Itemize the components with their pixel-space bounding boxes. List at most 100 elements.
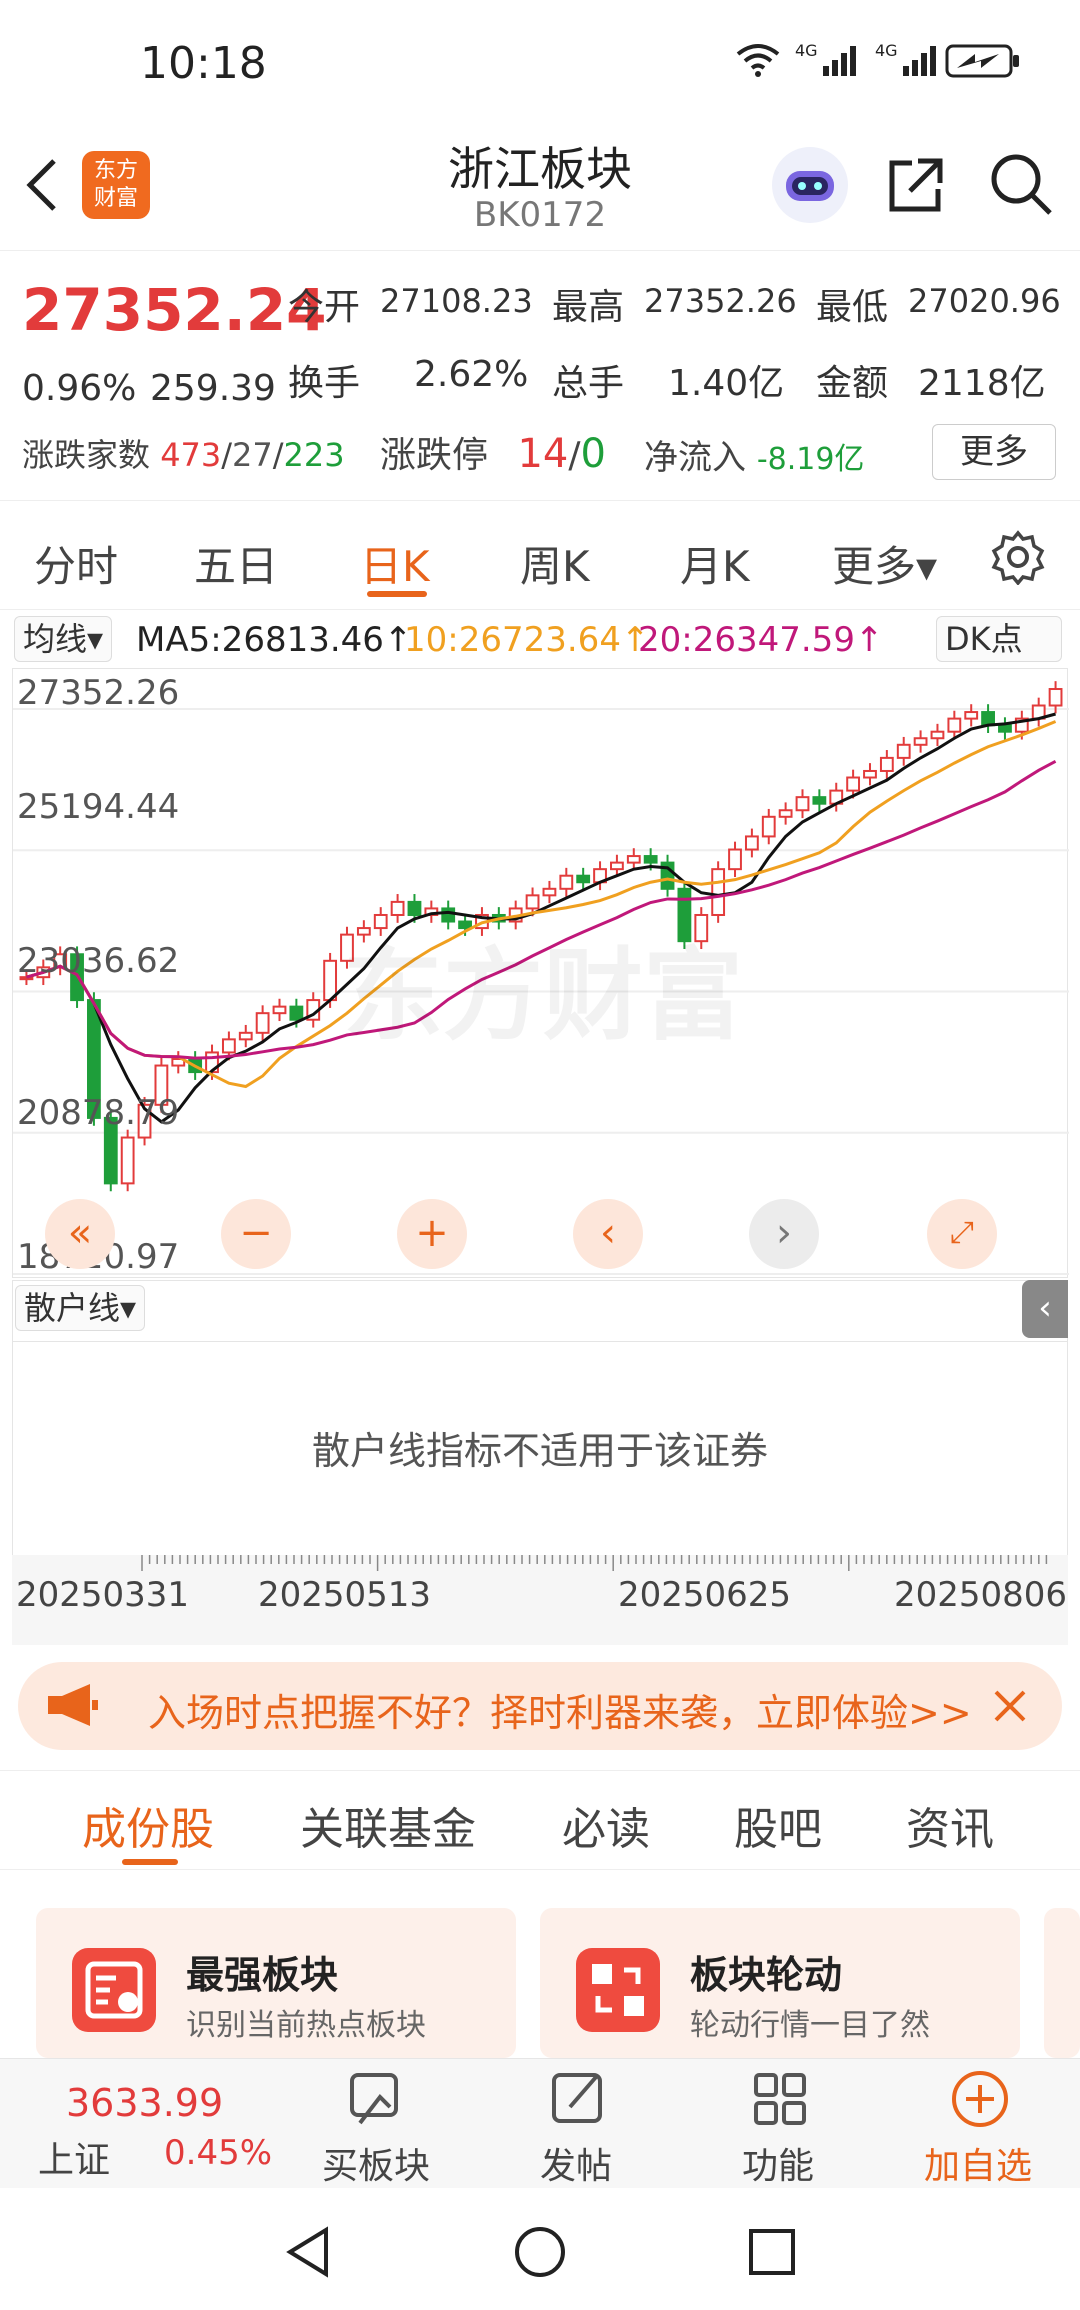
candle-body [576,874,591,884]
nav-recents-icon[interactable] [744,2224,800,2284]
y-tick-3: 20878.79 [17,1093,180,1133]
tab-intraday[interactable]: 分时 [34,533,118,594]
y-tick-1: 25194.44 [17,787,180,827]
status-time: 10:18 [140,38,267,89]
candle-body [728,848,742,871]
share-icon[interactable] [884,153,948,221]
candle-body [525,894,540,910]
candle-body [1048,688,1063,707]
tab-underline [367,591,427,597]
indicator-selector[interactable]: 均线▾ [14,616,113,662]
date-label-2: 20250625 [618,1575,792,1615]
promo-banner[interactable]: 入场时点把握不好？择时利器来袭，立即体验>> [18,1662,1062,1750]
system-nav-bar [0,2190,1080,2310]
candle-body [913,737,928,746]
kline-chart[interactable]: 东方财富 27352.26 25194.44 23036.62 20878.79… [12,668,1069,1278]
more-quote-button[interactable]: 更多 [932,424,1056,480]
candle-body [272,1005,287,1015]
candle-body [744,835,759,851]
tab-must-read[interactable]: 必读 [562,1793,650,1857]
breadth-flat: 27 [232,436,273,474]
post-button[interactable]: 发帖 [540,2137,612,2189]
candle-body [626,855,641,864]
index-name[interactable]: 上证 [38,2131,110,2183]
candle-body [120,1136,135,1185]
sub-indicator-panel: 散户线▾ [12,1280,1068,1556]
candle-body [981,711,995,727]
y-tick-0: 27352.26 [17,673,180,713]
inflow-stat: 净流入 -8.19亿 [644,430,864,479]
high-value: 27352.26 [644,282,797,320]
low-value: 27020.96 [908,282,1061,320]
side-collapse-tab[interactable]: ‹ [1022,1280,1068,1338]
watermark: 东方财富 [343,937,743,1054]
bottom-toolbar: 3633.99 上证 0.45% 买板块 发帖 功能 加自选 [0,2058,1080,2188]
candle-body [778,809,793,818]
candle-body [863,769,877,779]
promo-text: 入场时点把握不好？择时利器来袭，立即体验>> [148,1691,972,1735]
tab-daily-k[interactable]: 日K [360,533,430,594]
settings-gear-icon[interactable] [990,529,1046,589]
inflow-label: 净流入 [644,438,746,478]
close-icon[interactable] [988,1684,1032,1732]
breadth-label: 涨跌家数 [22,436,151,474]
nav-back-icon[interactable] [280,2224,336,2284]
index-change[interactable]: 0.45% [164,2133,272,2173]
candle-body [846,776,861,792]
tab-news[interactable]: 资讯 [906,1793,994,1857]
index-value[interactable]: 3633.99 [66,2081,223,2125]
candle-body [795,796,810,812]
tab-forum[interactable]: 股吧 [734,1793,822,1857]
card-strongest-sector[interactable]: 最强板块 识别当前热点板块 [36,1908,516,2058]
zoom-in-button[interactable]: + [397,1199,467,1269]
scroll-right-button[interactable]: › [749,1199,819,1269]
section-tab-underline [122,1859,178,1865]
dk-point-button[interactable]: DK点 [936,616,1062,662]
candle-body [930,730,945,740]
date-label-0: 20250331 [16,1575,190,1615]
wifi-icon [735,42,781,82]
tab-five-day[interactable]: 五日 [194,533,278,594]
tab-weekly-k[interactable]: 周K [520,533,590,594]
signal-icon: 4G [795,40,865,84]
candle-body [221,1038,236,1054]
zoom-out-button[interactable]: − [221,1199,291,1269]
card-sector-rotation[interactable]: 板块轮动 轮动行情一目了然 [540,1908,1020,2058]
tab-monthly-k[interactable]: 月K [680,533,750,594]
tab-more[interactable]: 更多▾ [832,533,937,594]
open-label: 今开 [288,287,361,328]
candle-body [761,815,776,838]
ma5-value: MA5:26813.46↑ [136,620,413,660]
search-icon[interactable] [988,151,1054,221]
fullscreen-button[interactable]: ⤢ [927,1199,997,1269]
sub-indicator-selector[interactable]: 散户线▾ [15,1285,146,1331]
limit-down: 0 [580,431,606,477]
scroll-left-button[interactable]: ‹ [573,1199,643,1269]
candle-body [964,711,979,720]
date-ticks [141,1555,1048,1571]
chart-thumb-icon [72,1948,156,2032]
battery-icon [945,44,1021,82]
candle-body [998,724,1012,733]
volume-value: 1.40亿 [668,363,785,404]
buy-sector-button[interactable]: 买板块 [322,2137,430,2189]
jump-start-button[interactable]: « [45,1199,115,1269]
volume-label: 总手 [552,363,625,404]
functions-button[interactable]: 功能 [742,2137,814,2189]
nav-home-icon[interactable] [512,2224,568,2284]
candle-body [643,855,658,864]
tab-related-funds[interactable]: 关联基金 [300,1793,476,1857]
candle-body [879,756,894,772]
card-title: 最强板块 [186,1953,339,1997]
amount-label: 金额 [816,363,889,404]
assistant-avatar-icon[interactable] [772,147,848,223]
add-watchlist-button[interactable]: 加自选 [924,2137,1032,2189]
sub-panel-divider [13,1341,1067,1342]
tab-constituents[interactable]: 成份股 [82,1793,214,1857]
card-partial[interactable] [1044,1908,1080,2058]
post-icon [546,2067,610,2135]
open-value: 27108.23 [380,282,533,320]
card-subtitle: 轮动行情一目了然 [690,2008,930,2043]
candle-body [812,796,827,805]
ma-legend: 均线▾ MA5:26813.46↑ 10:26723.64↑ 20:26347.… [0,612,1080,670]
